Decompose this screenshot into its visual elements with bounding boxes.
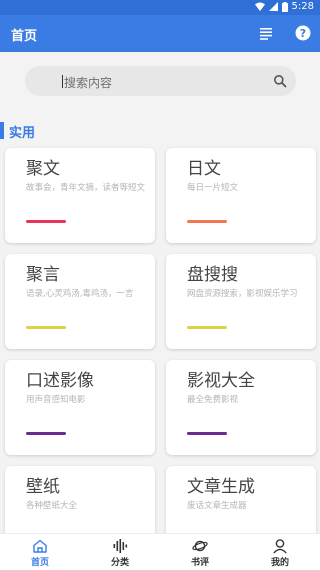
card-accent-line	[187, 432, 227, 435]
search-icon[interactable]	[273, 74, 287, 88]
card-description: 各种壁纸大全	[26, 501, 78, 511]
tab-category[interactable]: 分类	[80, 534, 160, 570]
page-title: 首页	[11, 29, 38, 44]
text-cursor	[62, 75, 63, 88]
card-accent-line	[26, 432, 66, 435]
planet-icon	[192, 540, 208, 552]
card-accent-line	[187, 326, 227, 329]
tab-home[interactable]: 首页	[0, 534, 80, 570]
card-title: 口述影像	[26, 371, 94, 391]
search-input[interactable]: 搜索内容	[25, 66, 296, 96]
card-juwen[interactable]: 聚文 故事会，青年文摘，读者等短文	[5, 148, 155, 243]
section-title: 实用	[9, 126, 36, 141]
card-title: 日文	[187, 159, 221, 179]
card-description: 网盘资源搜索，影视娱乐学习	[187, 289, 298, 299]
bottom-tab-bar: 首页 分类 书评 我的	[0, 533, 320, 570]
status-bar: 5:28	[0, 0, 320, 15]
card-accent-line	[187, 220, 227, 223]
card-title: 文章生成	[187, 477, 255, 497]
card-accent-line	[26, 326, 66, 329]
help-icon[interactable]: ?	[295, 25, 311, 41]
app-bar: 首页 ?	[0, 15, 320, 52]
card-yingshi-daquan[interactable]: 影视大全 最全免费影视	[166, 360, 316, 455]
svg-text:?: ?	[300, 27, 306, 40]
wifi-icon	[254, 2, 265, 11]
card-description: 用声音感知电影	[26, 395, 86, 405]
card-accent-line	[26, 220, 66, 223]
battery-icon	[281, 1, 288, 12]
card-title: 聚言	[26, 265, 60, 285]
status-icons: 5:28	[254, 1, 314, 12]
tab-label: 首页	[30, 558, 49, 568]
card-title: 影视大全	[187, 371, 255, 391]
search-placeholder: 搜索内容	[64, 76, 113, 90]
card-description: 每日一片短文	[187, 183, 239, 193]
signal-icon	[268, 2, 278, 11]
waveform-icon	[113, 539, 128, 553]
tab-label: 我的	[270, 558, 289, 568]
card-description: 废话文章生成器	[187, 501, 247, 511]
card-title: 聚文	[26, 159, 60, 179]
card-description: 最全免费影视	[187, 395, 239, 405]
section-header: 实用	[0, 119, 320, 141]
section-accent-bar	[0, 122, 4, 139]
tab-label: 分类	[110, 558, 129, 568]
card-pansousou[interactable]: 盘搜搜 网盘资源搜索，影视娱乐学习	[166, 254, 316, 349]
status-time: 5:28	[291, 1, 314, 12]
card-title: 盘搜搜	[187, 265, 238, 285]
card-riwen[interactable]: 日文 每日一片短文	[166, 148, 316, 243]
tab-mine[interactable]: 我的	[240, 534, 320, 570]
list-icon[interactable]	[258, 25, 274, 41]
card-juyan[interactable]: 聚言 语录,心灵鸡汤,毒鸡汤，一言	[5, 254, 155, 349]
home-icon	[33, 539, 47, 553]
tab-label: 书评	[190, 558, 209, 568]
user-icon	[273, 539, 287, 554]
card-description: 语录,心灵鸡汤,毒鸡汤，一言	[26, 289, 134, 299]
card-description: 故事会，青年文摘，读者等短文	[26, 183, 146, 193]
card-title: 壁纸	[26, 477, 60, 497]
card-koushu-yingxiang[interactable]: 口述影像 用声音感知电影	[5, 360, 155, 455]
tab-review[interactable]: 书评	[160, 534, 240, 570]
